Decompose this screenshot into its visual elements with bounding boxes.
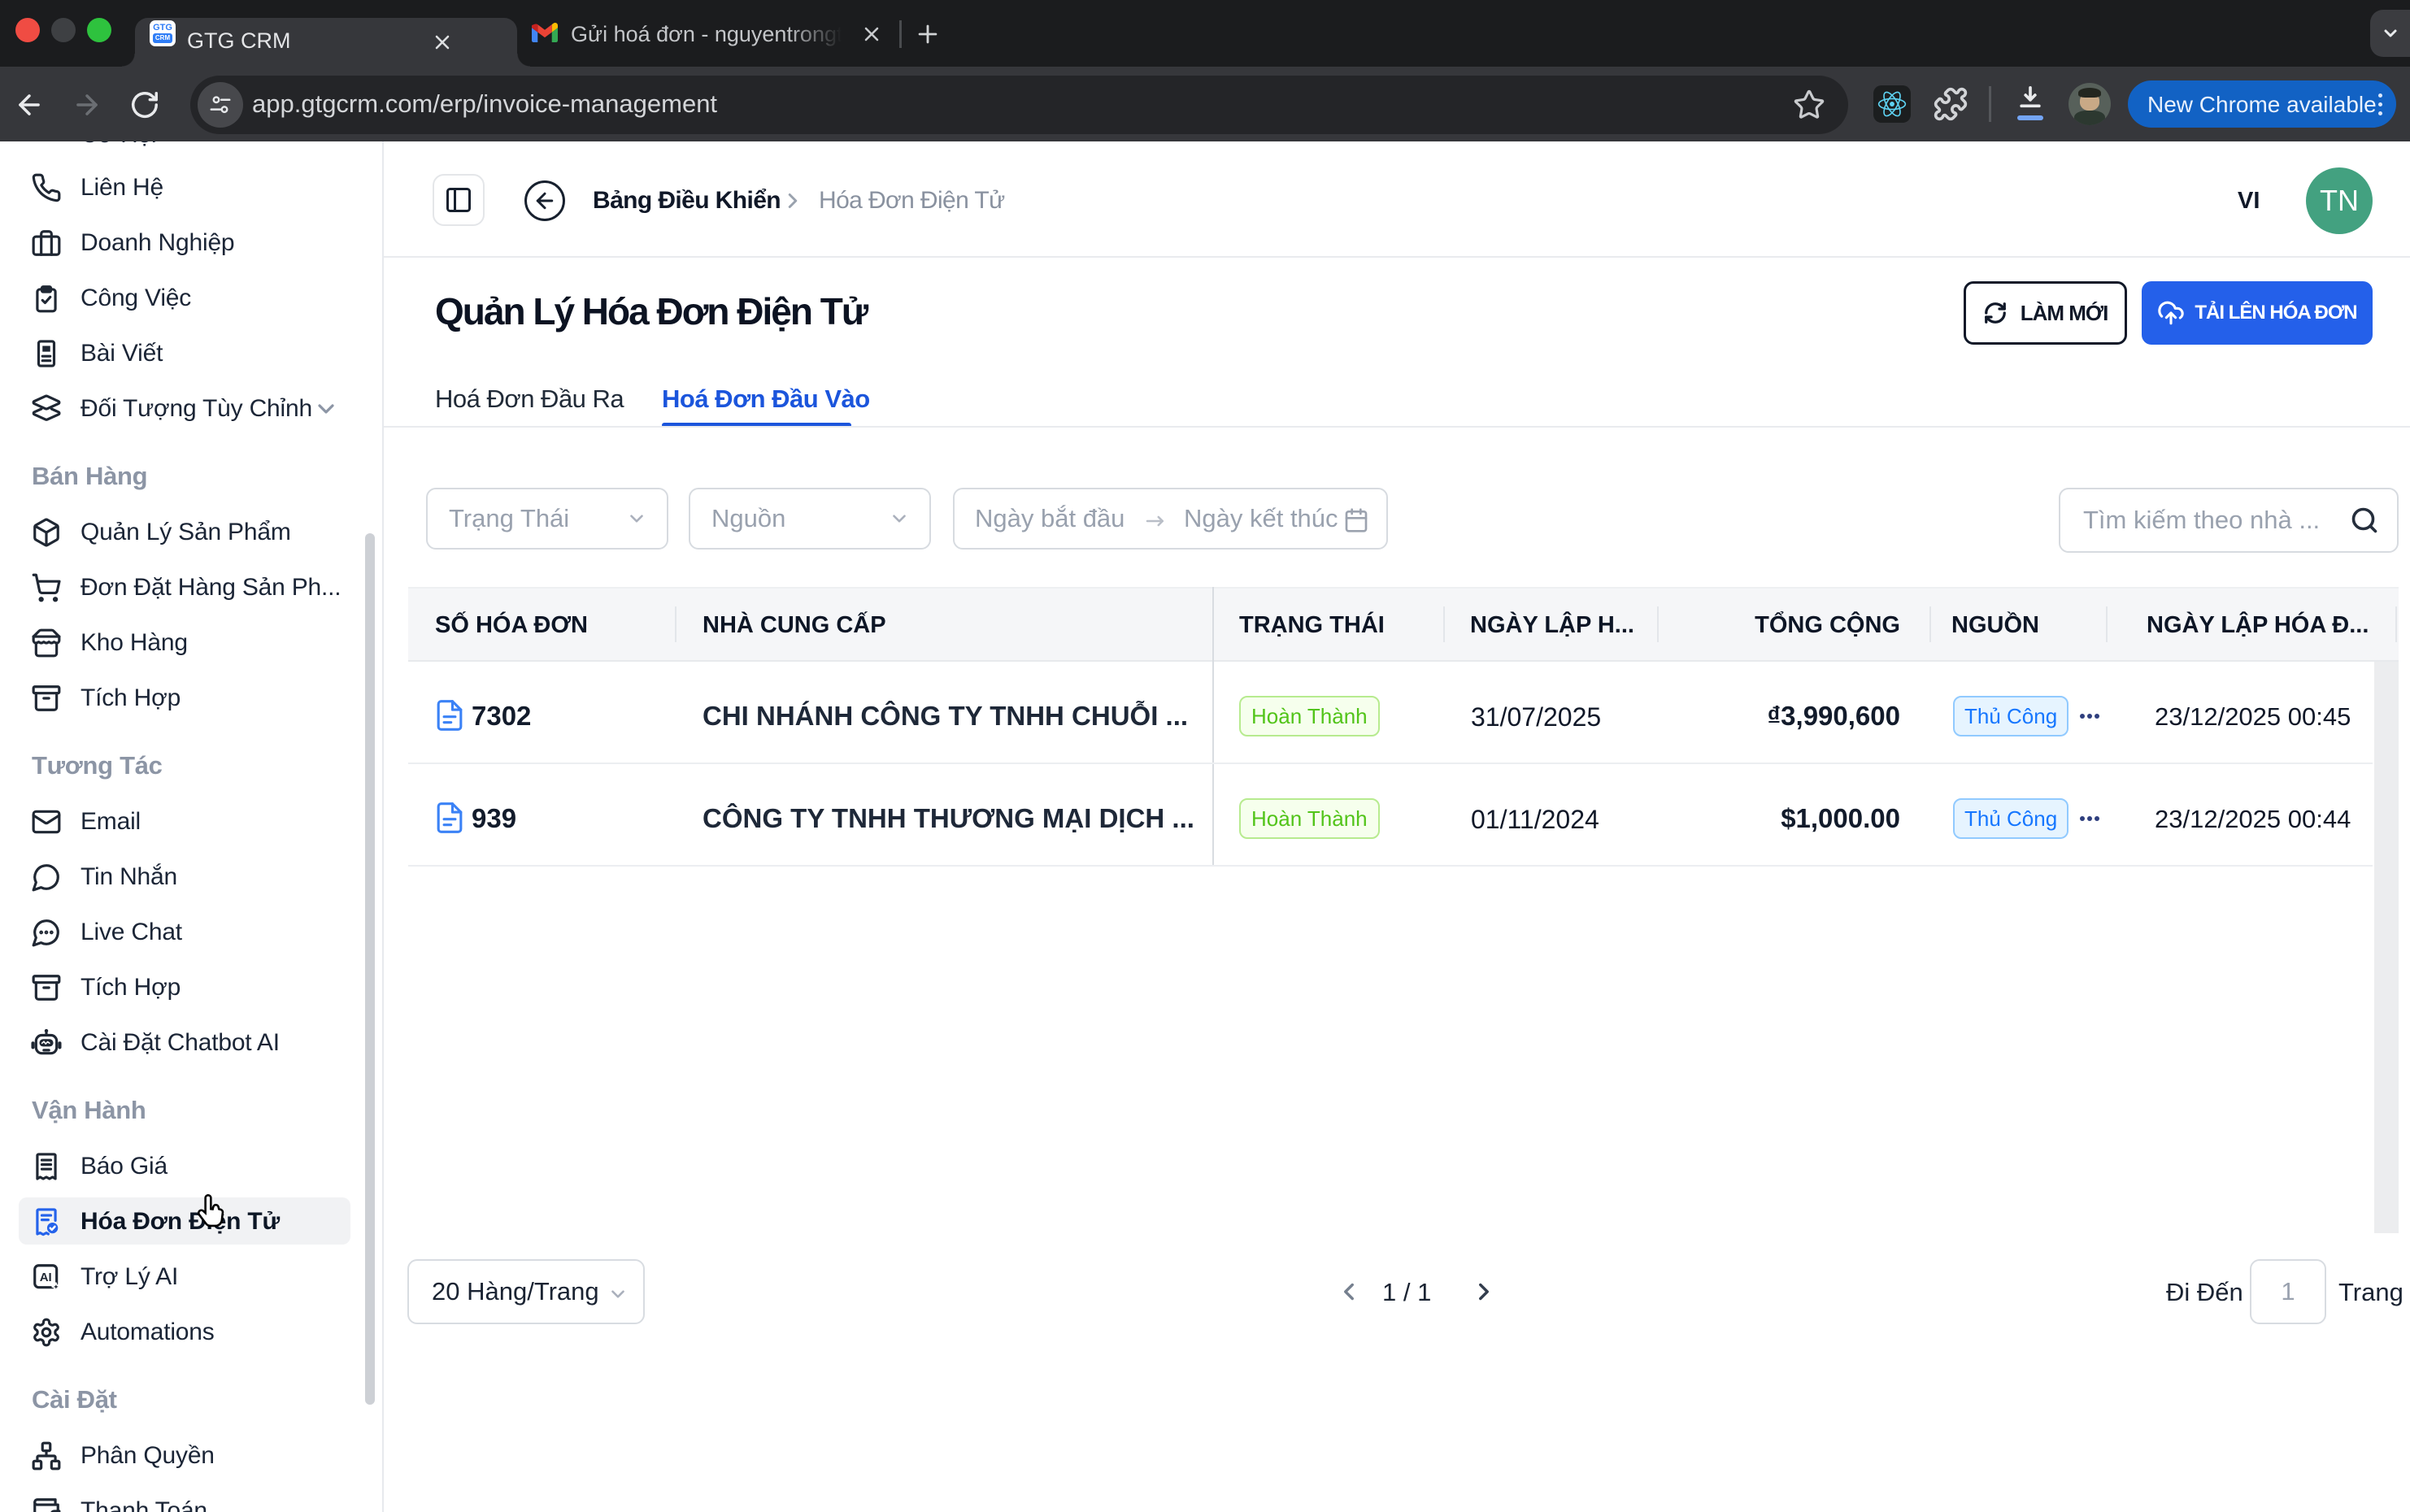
svg-text:AI: AI xyxy=(40,1271,52,1284)
